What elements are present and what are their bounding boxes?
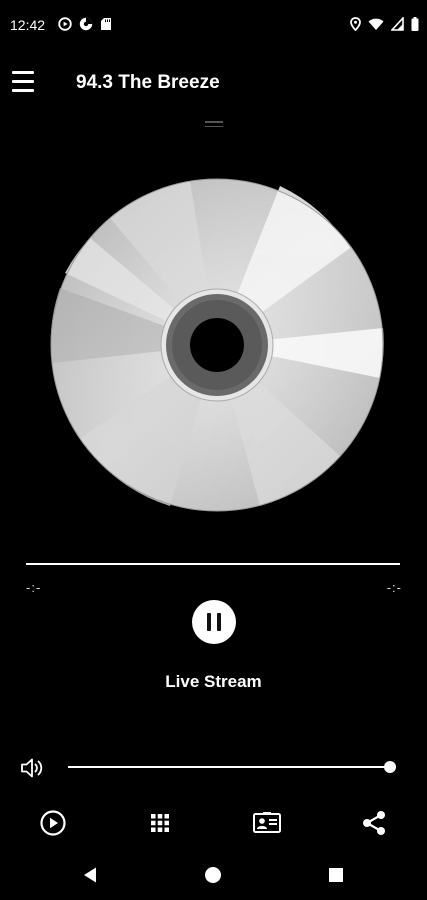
home-icon — [205, 867, 221, 883]
recents-button[interactable] — [323, 862, 349, 888]
share-button[interactable] — [359, 808, 389, 838]
volume-slider-thumb[interactable] — [384, 761, 396, 773]
contact-card-icon — [253, 812, 281, 833]
menu-button[interactable] — [12, 70, 36, 94]
duration-time: -:- — [386, 580, 402, 595]
status-bar: 12:42 — [0, 0, 427, 52]
menu-icon — [12, 70, 34, 92]
play-circle-icon — [40, 810, 66, 836]
volume-icon[interactable] — [19, 756, 45, 780]
back-icon — [84, 867, 96, 883]
back-button[interactable] — [77, 862, 103, 888]
elapsed-time: -:- — [26, 580, 42, 595]
grid-icon — [151, 814, 169, 832]
track-title: Live Stream — [165, 672, 262, 691]
status-time: 12:42 — [10, 17, 46, 33]
home-button[interactable] — [200, 862, 226, 888]
volume-slider[interactable] — [68, 766, 390, 768]
progress-bar[interactable] — [26, 563, 400, 565]
recents-icon — [329, 868, 343, 882]
signal-icon — [390, 15, 404, 36]
page-title: 94.3 The Breeze — [76, 72, 220, 93]
drag-handle[interactable] — [205, 121, 223, 129]
play-circle-icon — [58, 17, 72, 36]
play-button[interactable] — [38, 808, 68, 838]
sd-card-icon — [100, 17, 112, 36]
battery-icon — [411, 17, 419, 36]
contact-button[interactable] — [252, 808, 282, 838]
location-icon — [350, 17, 361, 36]
cd-disc-image — [50, 178, 384, 512]
share-icon — [363, 811, 385, 835]
grid-button[interactable] — [145, 808, 175, 838]
wifi-icon — [368, 17, 384, 36]
data-saver-icon — [79, 17, 93, 36]
pause-button[interactable] — [192, 600, 236, 644]
